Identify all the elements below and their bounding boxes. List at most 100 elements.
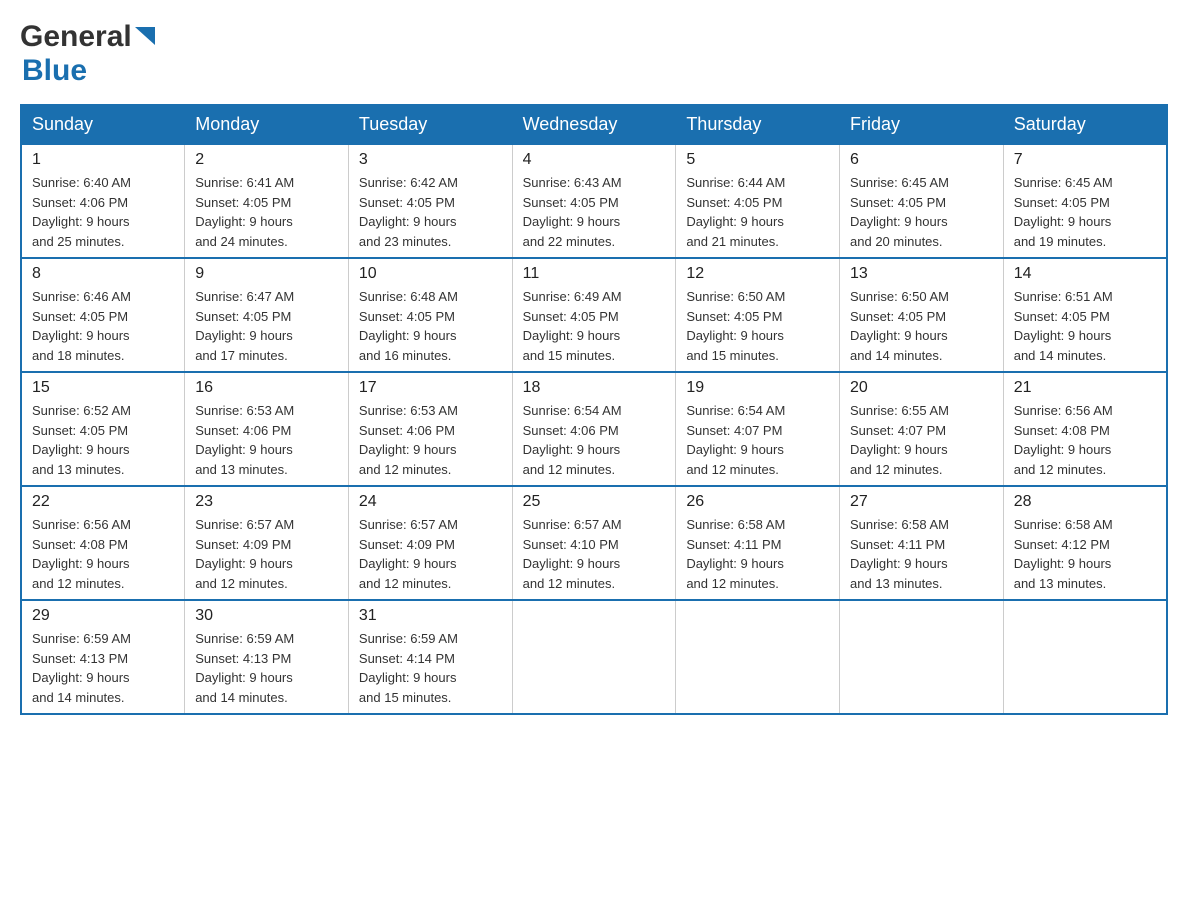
day-info: Sunrise: 6:55 AMSunset: 4:07 PMDaylight:… [850,401,993,479]
calendar-week-row: 8 Sunrise: 6:46 AMSunset: 4:05 PMDaylight… [21,258,1167,372]
day-info: Sunrise: 6:53 AMSunset: 4:06 PMDaylight:… [195,401,338,479]
day-number: 19 [686,379,829,397]
day-number: 4 [523,151,666,169]
day-info: Sunrise: 6:57 AMSunset: 4:10 PMDaylight:… [523,515,666,593]
day-info: Sunrise: 6:42 AMSunset: 4:05 PMDaylight:… [359,173,502,251]
day-number: 7 [1014,151,1156,169]
day-info: Sunrise: 6:50 AMSunset: 4:05 PMDaylight:… [686,287,829,365]
calendar-week-row: 1Sunrise: 6:40 AMSunset: 4:06 PMDaylight… [21,144,1167,258]
day-info: Sunrise: 6:46 AMSunset: 4:05 PMDaylight:… [32,287,174,365]
day-number: 6 [850,151,993,169]
logo-general: General [20,20,132,54]
weekday-header-monday: Monday [185,105,349,144]
day-number: 11 [523,265,666,283]
calendar-table: SundayMondayTuesdayWednesdayThursdayFrid… [20,104,1168,715]
day-info: Sunrise: 6:50 AMSunset: 4:05 PMDaylight:… [850,287,993,365]
day-info: Sunrise: 6:51 AMSunset: 4:05 PMDaylight:… [1014,287,1156,365]
day-info: Sunrise: 6:57 AMSunset: 4:09 PMDaylight:… [359,515,502,593]
day-info: Sunrise: 6:56 AMSunset: 4:08 PMDaylight:… [1014,401,1156,479]
logo-icon [135,27,155,45]
calendar-cell: 15 Sunrise: 6:52 AMSunset: 4:05 PMDayligh… [21,372,185,486]
weekday-header-tuesday: Tuesday [348,105,512,144]
day-info: Sunrise: 6:52 AMSunset: 4:05 PMDaylight:… [32,401,174,479]
day-number: 2 [195,151,338,169]
calendar-cell [676,600,840,714]
day-info: Sunrise: 6:47 AMSunset: 4:05 PMDaylight:… [195,287,338,365]
day-number: 23 [195,493,338,511]
day-info: Sunrise: 6:45 AMSunset: 4:05 PMDaylight:… [1014,173,1156,251]
calendar-cell: 31 Sunrise: 6:59 AMSunset: 4:14 PMDayligh… [348,600,512,714]
day-info: Sunrise: 6:41 AMSunset: 4:05 PMDaylight:… [195,173,338,251]
calendar-cell: 12 Sunrise: 6:50 AMSunset: 4:05 PMDayligh… [676,258,840,372]
calendar-cell: 30 Sunrise: 6:59 AMSunset: 4:13 PMDayligh… [185,600,349,714]
calendar-cell: 28 Sunrise: 6:58 AMSunset: 4:12 PMDayligh… [1003,486,1167,600]
day-number: 16 [195,379,338,397]
weekday-header-saturday: Saturday [1003,105,1167,144]
day-info: Sunrise: 6:59 AMSunset: 4:13 PMDaylight:… [195,629,338,707]
weekday-header-row: SundayMondayTuesdayWednesdayThursdayFrid… [21,105,1167,144]
day-number: 9 [195,265,338,283]
day-number: 3 [359,151,502,169]
calendar-week-row: 22 Sunrise: 6:56 AMSunset: 4:08 PMDayligh… [21,486,1167,600]
day-number: 18 [523,379,666,397]
day-info: Sunrise: 6:58 AMSunset: 4:11 PMDaylight:… [850,515,993,593]
weekday-header-sunday: Sunday [21,105,185,144]
calendar-cell: 6 Sunrise: 6:45 AMSunset: 4:05 PMDaylight… [840,144,1004,258]
day-number: 21 [1014,379,1156,397]
calendar-cell [1003,600,1167,714]
day-number: 31 [359,607,502,625]
calendar-cell: 9 Sunrise: 6:47 AMSunset: 4:05 PMDaylight… [185,258,349,372]
calendar-cell: 17 Sunrise: 6:53 AMSunset: 4:06 PMDayligh… [348,372,512,486]
calendar-week-row: 15 Sunrise: 6:52 AMSunset: 4:05 PMDayligh… [21,372,1167,486]
calendar-cell: 7 Sunrise: 6:45 AMSunset: 4:05 PMDaylight… [1003,144,1167,258]
calendar-cell: 2 Sunrise: 6:41 AMSunset: 4:05 PMDaylight… [185,144,349,258]
day-number: 30 [195,607,338,625]
day-number: 17 [359,379,502,397]
day-info: Sunrise: 6:59 AMSunset: 4:14 PMDaylight:… [359,629,502,707]
day-info: Sunrise: 6:58 AMSunset: 4:12 PMDaylight:… [1014,515,1156,593]
day-info: Sunrise: 6:53 AMSunset: 4:06 PMDaylight:… [359,401,502,479]
calendar-cell: 16 Sunrise: 6:53 AMSunset: 4:06 PMDayligh… [185,372,349,486]
day-info: Sunrise: 6:54 AMSunset: 4:06 PMDaylight:… [523,401,666,479]
day-number: 20 [850,379,993,397]
calendar-cell: 25 Sunrise: 6:57 AMSunset: 4:10 PMDayligh… [512,486,676,600]
calendar-cell: 26 Sunrise: 6:58 AMSunset: 4:11 PMDayligh… [676,486,840,600]
logo-blue: Blue [22,54,87,87]
day-info: Sunrise: 6:54 AMSunset: 4:07 PMDaylight:… [686,401,829,479]
day-info: Sunrise: 6:56 AMSunset: 4:08 PMDaylight:… [32,515,174,593]
day-info: Sunrise: 6:49 AMSunset: 4:05 PMDaylight:… [523,287,666,365]
day-number: 8 [32,265,174,283]
day-number: 12 [686,265,829,283]
day-number: 28 [1014,493,1156,511]
calendar-cell: 19 Sunrise: 6:54 AMSunset: 4:07 PMDayligh… [676,372,840,486]
day-number: 22 [32,493,174,511]
calendar-cell: 18 Sunrise: 6:54 AMSunset: 4:06 PMDayligh… [512,372,676,486]
day-number: 25 [523,493,666,511]
page-header: General Blue [20,20,1168,88]
calendar-cell: 11 Sunrise: 6:49 AMSunset: 4:05 PMDayligh… [512,258,676,372]
weekday-header-wednesday: Wednesday [512,105,676,144]
calendar-cell: 24Sunrise: 6:57 AMSunset: 4:09 PMDayligh… [348,486,512,600]
day-info: Sunrise: 6:58 AMSunset: 4:11 PMDaylight:… [686,515,829,593]
day-number: 15 [32,379,174,397]
calendar-cell: 10 Sunrise: 6:48 AMSunset: 4:05 PMDayligh… [348,258,512,372]
calendar-cell [512,600,676,714]
calendar-cell [840,600,1004,714]
calendar-cell: 1Sunrise: 6:40 AMSunset: 4:06 PMDaylight… [21,144,185,258]
day-number: 26 [686,493,829,511]
calendar-cell: 20 Sunrise: 6:55 AMSunset: 4:07 PMDayligh… [840,372,1004,486]
day-number: 13 [850,265,993,283]
day-info: Sunrise: 6:48 AMSunset: 4:05 PMDaylight:… [359,287,502,365]
calendar-cell: 23Sunrise: 6:57 AMSunset: 4:09 PMDayligh… [185,486,349,600]
day-info: Sunrise: 6:43 AMSunset: 4:05 PMDaylight:… [523,173,666,251]
calendar-cell: 4 Sunrise: 6:43 AMSunset: 4:05 PMDaylight… [512,144,676,258]
day-info: Sunrise: 6:44 AMSunset: 4:05 PMDaylight:… [686,173,829,251]
logo: General Blue [20,20,155,88]
day-number: 14 [1014,265,1156,283]
day-number: 5 [686,151,829,169]
day-number: 10 [359,265,502,283]
day-number: 27 [850,493,993,511]
day-info: Sunrise: 6:45 AMSunset: 4:05 PMDaylight:… [850,173,993,251]
calendar-cell: 14 Sunrise: 6:51 AMSunset: 4:05 PMDayligh… [1003,258,1167,372]
calendar-cell: 21 Sunrise: 6:56 AMSunset: 4:08 PMDayligh… [1003,372,1167,486]
